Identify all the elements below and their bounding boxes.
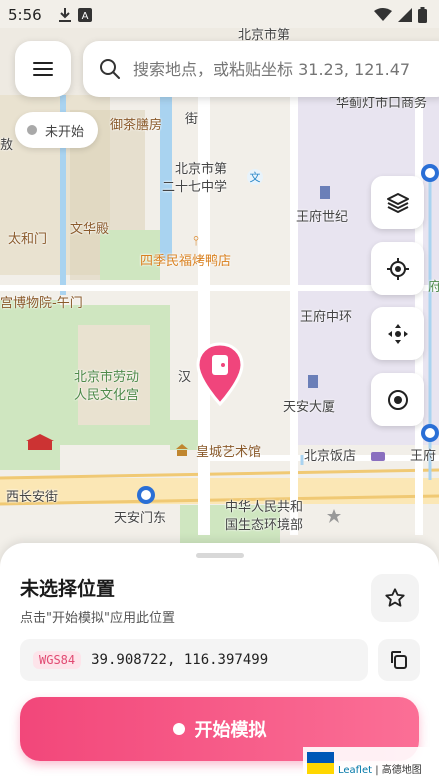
layers-button[interactable] — [371, 176, 424, 229]
map-label: 北京市第 — [175, 162, 228, 177]
search-bar[interactable] — [83, 41, 439, 97]
hotel-poi-icon — [371, 452, 385, 461]
simulation-status-chip: 未开始 — [15, 112, 99, 148]
target-icon — [387, 389, 408, 410]
metro-icon — [421, 164, 439, 182]
move-button[interactable] — [371, 307, 424, 360]
map-label: 北京饭店 — [304, 449, 357, 464]
signal-icon — [398, 8, 412, 22]
location-pin-icon[interactable] — [196, 342, 244, 406]
status-chip-label: 未开始 — [45, 124, 85, 140]
map-label: 王府 — [410, 449, 437, 464]
map-label: 宫博物院-午门 — [0, 296, 83, 311]
map-label: 天安门东 — [114, 511, 167, 526]
map-label: 街 — [185, 112, 199, 127]
locate-icon — [386, 257, 409, 280]
star-poi-icon — [327, 509, 341, 523]
svg-text:A: A — [81, 11, 88, 22]
download-icon — [58, 8, 71, 22]
map-label: 王府世纪 — [296, 210, 349, 225]
copy-icon — [391, 651, 407, 669]
map-label: 王府中环 — [300, 310, 353, 325]
center-pin-button[interactable] — [371, 373, 424, 426]
font-app-icon: A — [77, 8, 92, 22]
map-label: 四季民福烤鸭店 — [140, 254, 232, 269]
search-icon — [100, 59, 120, 79]
map-label: 敖 — [0, 138, 14, 153]
start-simulation-label: 开始模拟 — [194, 720, 267, 741]
copy-coordinates-button[interactable] — [378, 639, 420, 681]
battery-icon — [418, 7, 427, 23]
map-label: 北京市劳动 — [74, 370, 140, 385]
museum-poi-icon — [176, 444, 188, 456]
coordinate-value: 39.908722, 116.397499 — [91, 652, 269, 668]
map-provider: 高德地图 — [381, 765, 422, 776]
map-label: 人民文化宫 — [74, 388, 140, 403]
map-label: 西长安街 — [6, 490, 59, 505]
sheet-title: 未选择位置 — [20, 578, 116, 600]
favorite-button[interactable] — [371, 574, 419, 622]
metro-icon — [137, 486, 155, 504]
map-label: 皇城艺术馆 — [196, 445, 262, 460]
scenic-poi-icon: 文 — [247, 169, 263, 185]
status-dot — [27, 125, 37, 135]
coordinate-display: WGS84 39.908722, 116.397499 — [20, 639, 368, 681]
map-label: 汉 — [178, 370, 192, 385]
status-time: 5:56 — [8, 6, 42, 24]
map-label: 二十七中学 — [162, 180, 228, 195]
map-label: 府 — [428, 280, 439, 295]
svg-text:⫯: ⫯ — [193, 234, 199, 248]
map-label: 御茶膳房 — [110, 118, 163, 133]
tiananmen-icon — [26, 434, 54, 450]
map-label: 天安大厦 — [283, 400, 336, 415]
map-label: 中华人民共和 — [225, 500, 304, 515]
metro-icon — [421, 424, 439, 442]
location-bottom-sheet: 未选择位置 点击"开始模拟"应用此位置 WGS84 39.908722, 116… — [0, 543, 439, 780]
hamburger-menu-icon — [33, 62, 53, 76]
wifi-icon — [374, 8, 392, 21]
move-icon — [387, 323, 408, 344]
attribution-separator: | — [372, 765, 382, 776]
map-label: 国生态环境部 — [225, 518, 304, 533]
star-outline-icon — [385, 588, 405, 607]
drag-handle[interactable] — [196, 553, 244, 558]
map-label: 文华殿 — [70, 222, 110, 237]
building-poi-icon — [320, 186, 330, 199]
menu-button[interactable] — [15, 41, 71, 97]
layers-icon — [386, 192, 409, 213]
ukraine-flag-icon — [307, 752, 334, 774]
start-dot-icon — [172, 723, 185, 735]
map-label: 太和门 — [8, 232, 48, 247]
coordinate-system-badge: WGS84 — [33, 651, 82, 669]
search-input[interactable] — [133, 59, 433, 79]
sheet-subtitle: 点击"开始模拟"应用此位置 — [20, 611, 175, 626]
map-attribution: Leaflet | 高德地图 — [303, 747, 439, 780]
leaflet-link[interactable]: Leaflet — [338, 765, 372, 776]
svg-text:文: 文 — [250, 170, 261, 184]
my-location-button[interactable] — [371, 242, 424, 295]
building-poi-icon — [308, 375, 318, 388]
status-bar: 5:56 A — [0, 0, 439, 30]
restaurant-poi-icon: ⫯ — [193, 234, 199, 248]
